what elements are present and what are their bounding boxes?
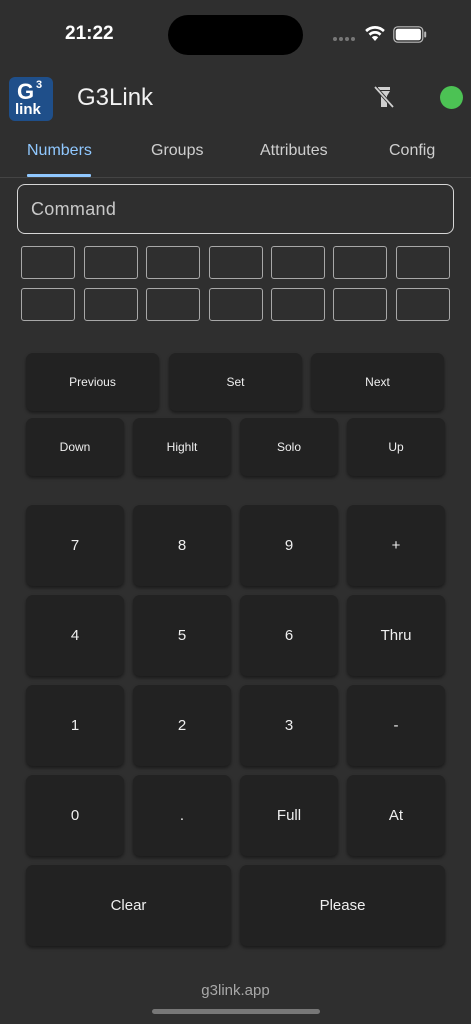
slot-box: [209, 246, 263, 279]
slot-box: [396, 246, 450, 279]
key-2[interactable]: 2: [133, 685, 231, 766]
cellular-signal-icon: [333, 37, 357, 43]
key-4[interactable]: 4: [26, 595, 124, 676]
key-at[interactable]: At: [347, 775, 445, 856]
slot-box: [396, 288, 450, 321]
key-full[interactable]: Full: [240, 775, 338, 856]
tab-bar: Numbers Groups Attributes Config: [0, 126, 471, 178]
up-button[interactable]: Up: [347, 418, 445, 476]
tab-groups[interactable]: Groups: [151, 142, 203, 160]
key-8[interactable]: 8: [133, 505, 231, 586]
slot-box: [21, 288, 75, 321]
slot-box: [146, 288, 200, 321]
slot-box: [333, 246, 387, 279]
command-field: [17, 184, 454, 234]
tab-attributes[interactable]: Attributes: [260, 142, 328, 160]
slot-box: [333, 288, 387, 321]
app-title: G3Link: [77, 84, 154, 111]
status-bar: 21:22: [0, 0, 471, 70]
slot-box: [21, 246, 75, 279]
please-button[interactable]: Please: [240, 865, 445, 946]
down-button[interactable]: Down: [26, 418, 124, 476]
slot-box: [271, 288, 325, 321]
key-0[interactable]: 0: [26, 775, 124, 856]
wifi-icon: [365, 25, 385, 41]
slot-box: [146, 246, 200, 279]
slot-box: [84, 288, 138, 321]
previous-button[interactable]: Previous: [26, 353, 159, 411]
key-thru[interactable]: Thru: [347, 595, 445, 676]
key-5[interactable]: 5: [133, 595, 231, 676]
key-plus[interactable]: +: [347, 505, 445, 586]
battery-icon: [393, 26, 427, 43]
key-9[interactable]: 9: [240, 505, 338, 586]
key-1[interactable]: 1: [26, 685, 124, 766]
tab-numbers[interactable]: Numbers: [27, 142, 92, 160]
command-input[interactable]: [18, 185, 453, 233]
connection-status-icon: [440, 86, 463, 109]
app-bar: G 3 link G3Link: [0, 70, 471, 126]
highlight-button[interactable]: Highlt: [133, 418, 231, 476]
next-button[interactable]: Next: [311, 353, 444, 411]
tab-indicator: [27, 174, 91, 177]
app-logo: G 3 link: [9, 77, 53, 121]
key-3[interactable]: 3: [240, 685, 338, 766]
set-button[interactable]: Set: [169, 353, 302, 411]
slot-box: [209, 288, 263, 321]
key-dot[interactable]: .: [133, 775, 231, 856]
clear-button[interactable]: Clear: [26, 865, 231, 946]
footer-link[interactable]: g3link.app: [0, 982, 471, 999]
slot-box: [271, 246, 325, 279]
tab-config[interactable]: Config: [389, 142, 435, 160]
flash-off-icon[interactable]: [372, 84, 396, 110]
key-6[interactable]: 6: [240, 595, 338, 676]
slot-box: [84, 246, 138, 279]
key-7[interactable]: 7: [26, 505, 124, 586]
dynamic-island: [168, 15, 303, 55]
clock: 21:22: [65, 23, 114, 44]
key-minus[interactable]: -: [347, 685, 445, 766]
home-indicator[interactable]: [152, 1009, 320, 1014]
solo-button[interactable]: Solo: [240, 418, 338, 476]
